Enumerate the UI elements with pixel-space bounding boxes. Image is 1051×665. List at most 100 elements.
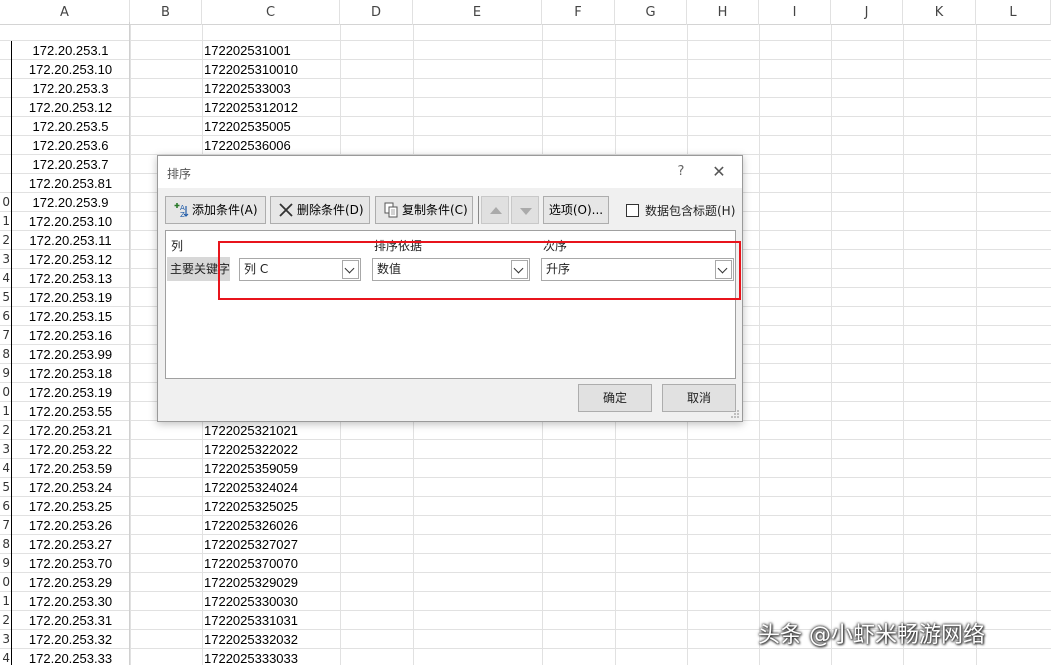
header-checkbox-label: 数据包含标题(H) — [645, 204, 736, 218]
cell-a[interactable]: 172.20.253.29 — [11, 573, 130, 592]
cell-a[interactable]: 172.20.253.13 — [11, 269, 130, 288]
help-button[interactable]: ? — [671, 162, 691, 182]
cell-a[interactable]: 172.20.253.12 — [11, 250, 130, 269]
move-up-button[interactable] — [481, 196, 509, 224]
resize-grip-icon[interactable] — [730, 409, 740, 419]
row-number[interactable]: 8 — [0, 345, 10, 364]
row-number[interactable]: 2 — [0, 611, 10, 630]
ok-button[interactable]: 确定 — [578, 384, 652, 412]
row-number[interactable]: 4 — [0, 459, 10, 478]
cell-a[interactable]: 172.20.253.31 — [11, 611, 130, 630]
close-button[interactable]: ✕ — [708, 162, 730, 182]
row-number[interactable]: 2 — [0, 231, 10, 250]
row-number[interactable]: 7 — [0, 516, 10, 535]
row-number[interactable]: 8 — [0, 535, 10, 554]
cell-a[interactable]: 172.20.253.6 — [11, 136, 130, 155]
row-number[interactable]: 6 — [0, 307, 10, 326]
cell-c[interactable]: 1722025310010 — [204, 60, 340, 79]
cell-c[interactable]: 1722025332032 — [204, 630, 340, 649]
row-number[interactable]: 3 — [0, 440, 10, 459]
cell-a[interactable]: 172.20.253.12 — [11, 98, 130, 117]
row-number[interactable]: 5 — [0, 478, 10, 497]
cell-c[interactable]: 1722025321021 — [204, 421, 340, 440]
row-number[interactable]: 5 — [0, 288, 10, 307]
row-number[interactable]: 6 — [0, 497, 10, 516]
cell-a[interactable]: 172.20.253.15 — [11, 307, 130, 326]
options-button[interactable]: 选项(O)... — [543, 196, 609, 224]
row-number[interactable]: 0 — [0, 573, 10, 592]
row-number[interactable]: 3 — [0, 250, 10, 269]
cell-a[interactable]: 172.20.253.26 — [11, 516, 130, 535]
cell-c[interactable]: 1722025330030 — [204, 592, 340, 611]
cell-a[interactable]: 172.20.253.7 — [11, 155, 130, 174]
cell-a[interactable]: 172.20.253.3 — [11, 79, 130, 98]
row-number[interactable]: 1 — [0, 592, 10, 611]
cell-a[interactable]: 172.20.253.22 — [11, 440, 130, 459]
cell-c[interactable]: 1722025333033 — [204, 649, 340, 665]
cell-c[interactable]: 172202533003 — [204, 79, 340, 98]
table-row: 172.20.253.12 1722025312012 — [0, 98, 1051, 117]
cell-c[interactable]: 1722025312012 — [204, 98, 340, 117]
cell-c[interactable]: 1722025326026 — [204, 516, 340, 535]
table-row: 4 172.20.253.33 1722025333033 — [0, 649, 1051, 665]
cell-a[interactable]: 172.20.253.19 — [11, 383, 130, 402]
cell-a[interactable]: 172.20.253.11 — [11, 231, 130, 250]
dialog-titlebar: 排序 ? ✕ — [158, 156, 742, 188]
options-label: 选项(O)... — [548, 203, 604, 217]
cell-c[interactable]: 1722025324024 — [204, 478, 340, 497]
cell-a[interactable]: 172.20.253.19 — [11, 288, 130, 307]
cell-a[interactable]: 172.20.253.24 — [11, 478, 130, 497]
table-row: 4 172.20.253.59 1722025359059 — [0, 459, 1051, 478]
cell-a[interactable]: 172.20.253.1 — [11, 41, 130, 60]
cell-a[interactable]: 172.20.253.33 — [11, 649, 130, 665]
row-number[interactable]: 0 — [0, 193, 10, 212]
table-row: 1 172.20.253.30 1722025330030 — [0, 592, 1051, 611]
add-condition-button[interactable]: A Z 添加条件(A) — [165, 196, 266, 224]
row-number[interactable]: 1 — [0, 402, 10, 421]
row-number[interactable]: 4 — [0, 649, 10, 665]
copy-condition-button[interactable]: 复制条件(C) — [375, 196, 473, 224]
cell-a[interactable]: 172.20.253.5 — [11, 117, 130, 136]
row-number[interactable]: 4 — [0, 269, 10, 288]
header-checkbox[interactable] — [626, 204, 639, 217]
cell-a[interactable]: 172.20.253.9 — [11, 193, 130, 212]
cell-a[interactable]: 172.20.253.16 — [11, 326, 130, 345]
move-down-button[interactable] — [511, 196, 539, 224]
row-number[interactable]: 3 — [0, 630, 10, 649]
cell-a[interactable] — [11, 22, 130, 41]
cell-a[interactable]: 172.20.253.27 — [11, 535, 130, 554]
delete-condition-button[interactable]: 删除条件(D) — [270, 196, 370, 224]
cell-a[interactable]: 172.20.253.99 — [11, 345, 130, 364]
cancel-button[interactable]: 取消 — [662, 384, 736, 412]
cell-a[interactable]: 172.20.253.70 — [11, 554, 130, 573]
cell-c[interactable]: 1722025331031 — [204, 611, 340, 630]
cell-c[interactable]: 1722025359059 — [204, 459, 340, 478]
cell-a[interactable]: 172.20.253.81 — [11, 174, 130, 193]
row-number[interactable]: 9 — [0, 554, 10, 573]
cell-c[interactable]: 1722025322022 — [204, 440, 340, 459]
cell-a[interactable]: 172.20.253.21 — [11, 421, 130, 440]
cell-c[interactable]: 172202531001 — [204, 41, 340, 60]
cell-a[interactable]: 172.20.253.32 — [11, 630, 130, 649]
cell-a[interactable]: 172.20.253.10 — [11, 60, 130, 79]
cell-a[interactable]: 172.20.253.25 — [11, 497, 130, 516]
row-number[interactable]: 1 — [0, 212, 10, 231]
row-number[interactable]: 9 — [0, 364, 10, 383]
cell-c[interactable]: 1722025327027 — [204, 535, 340, 554]
column-header: 列 — [171, 239, 184, 253]
cell-a[interactable]: 172.20.253.18 — [11, 364, 130, 383]
cell-c[interactable]: 1722025329029 — [204, 573, 340, 592]
cell-a[interactable]: 172.20.253.55 — [11, 402, 130, 421]
up-arrow-icon — [490, 207, 502, 214]
cell-c[interactable]: 172202535005 — [204, 117, 340, 136]
cell-c[interactable]: 172202536006 — [204, 136, 340, 155]
cell-a[interactable]: 172.20.253.30 — [11, 592, 130, 611]
row-number[interactable]: 0 — [0, 383, 10, 402]
row-number[interactable]: 7 — [0, 326, 10, 345]
row-number[interactable]: 2 — [0, 421, 10, 440]
cell-c[interactable]: 1722025325025 — [204, 497, 340, 516]
cell-c[interactable]: 1722025370070 — [204, 554, 340, 573]
cell-a[interactable]: 172.20.253.59 — [11, 459, 130, 478]
cell-a[interactable]: 172.20.253.10 — [11, 212, 130, 231]
cell-c[interactable] — [204, 22, 340, 41]
